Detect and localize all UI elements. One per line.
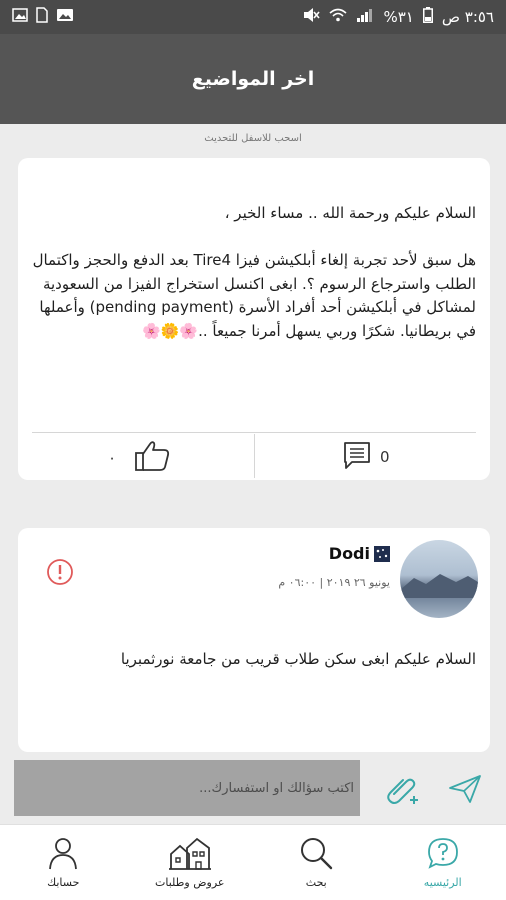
send-icon (449, 775, 481, 803)
divider (254, 434, 255, 478)
wifi-icon (329, 8, 347, 26)
post-card[interactable]: السلام عليكم ورحمة الله .. مساء الخير ، … (18, 158, 490, 480)
nav-label: الرئيسيه (423, 876, 462, 889)
avatar[interactable] (400, 540, 478, 618)
thumbs-up-icon (134, 440, 172, 476)
nav-item-offers[interactable]: عروض وطلبات (135, 836, 245, 889)
comment-count: 0 (380, 448, 390, 466)
battery-icon (422, 7, 433, 27)
paperclip-icon (387, 778, 418, 804)
like-count: ٠ (108, 449, 117, 467)
gallery-icon (56, 8, 74, 26)
battery-percent: %٣١ (383, 8, 414, 26)
nav-item-account[interactable]: حسابك (8, 836, 118, 889)
post-card[interactable]: Dodi يونيو ٢٦ ٢٠١٩ | ٠٦:٠٠ م السلام عليك… (18, 528, 490, 752)
status-bar: %٣١ ٣:٥٦ ص (0, 0, 506, 34)
pull-to-refresh-hint: اسحب للاسفل للتحديث (204, 133, 302, 144)
alert-icon (47, 559, 73, 585)
search-icon (301, 838, 333, 870)
composer-bar (0, 752, 506, 824)
nav-label: عروض وطلبات (155, 876, 225, 889)
status-right: %٣١ ٣:٥٦ ص (302, 7, 494, 27)
app-bar: اخر المواضيع (0, 34, 506, 124)
like-button[interactable]: ٠ (108, 440, 172, 476)
report-button[interactable] (46, 558, 74, 590)
question-bubble-icon (427, 838, 458, 869)
image-icon (12, 8, 28, 26)
bottom-nav: حسابك عروض وطلبات بحث الرئيسيه (0, 824, 506, 900)
divider (32, 432, 476, 433)
page-title: اخر المواضيع (191, 68, 315, 90)
status-time: ٣:٥٦ ص (441, 8, 494, 26)
sim-card-icon (36, 7, 48, 27)
post-body: السلام عليكم ورحمة الله .. مساء الخير ، … (32, 204, 476, 340)
post-date: يونيو ٢٦ ٢٠١٩ | ٠٦:٠٠ م (278, 576, 390, 589)
signal-icon (356, 8, 374, 26)
question-input[interactable] (14, 760, 360, 816)
send-button[interactable] (448, 774, 482, 808)
nav-label: حسابك (47, 876, 80, 889)
post-body: السلام عليكم ابغى سكن طلاب قريب من جامعة… (120, 650, 476, 668)
person-icon (49, 838, 78, 870)
nav-item-home[interactable]: الرئيسيه (388, 836, 498, 889)
avatar-image (400, 574, 478, 598)
houses-icon (168, 837, 211, 870)
user-name[interactable]: Dodi (329, 544, 370, 563)
comment-button[interactable]: 0 (342, 440, 390, 474)
user-row: Dodi (329, 544, 390, 563)
nav-item-search[interactable]: بحث (261, 836, 371, 889)
status-left (12, 7, 74, 27)
flag-badge-icon (374, 545, 390, 562)
attach-button[interactable] (384, 772, 422, 810)
nav-label: بحث (305, 876, 327, 889)
comment-icon (342, 440, 372, 474)
mute-icon (302, 7, 321, 27)
